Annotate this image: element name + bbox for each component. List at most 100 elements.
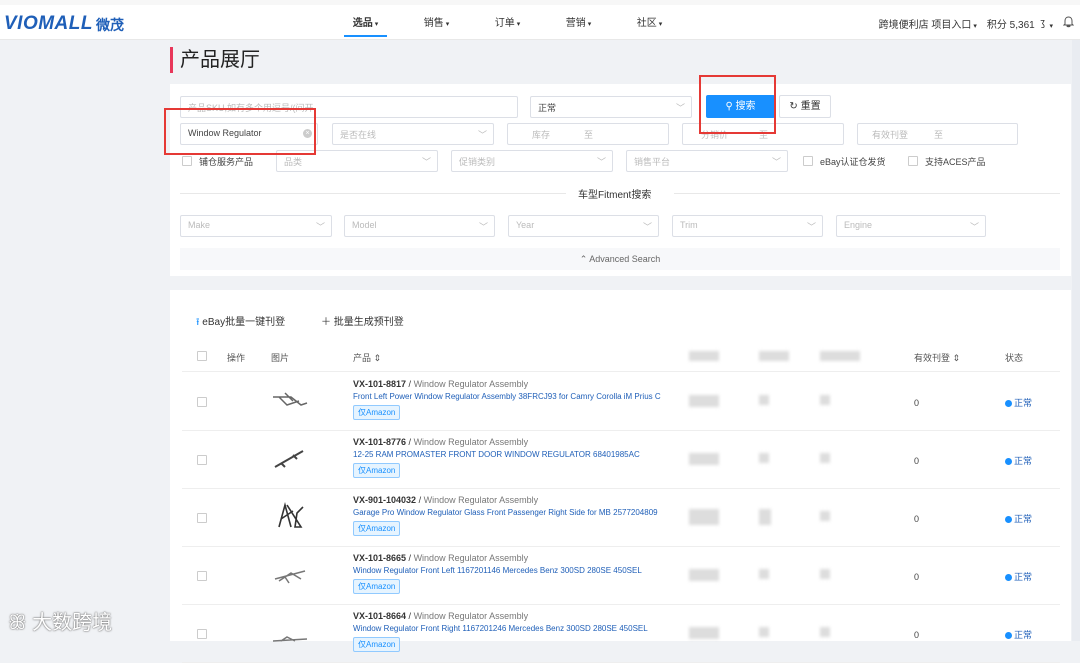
- product-image[interactable]: [271, 443, 309, 473]
- nav-item-community[interactable]: 社区 ▾: [614, 14, 685, 29]
- col-listing[interactable]: 有效刊登 ⇕: [914, 351, 960, 364]
- advanced-search-toggle[interactable]: ⌃ Advanced Search: [180, 248, 1060, 270]
- make-select[interactable]: Make ﹀: [180, 215, 332, 237]
- blurred-header: [820, 351, 860, 361]
- product-image[interactable]: [271, 559, 309, 589]
- blurred-cell: [820, 569, 830, 579]
- top-navbar: VIOMALL 微茂 选品 ▾ 销售 ▾ 订单 ▾ 营销 ▾ 社区 ▾ 跨境便利店 项目入…: [0, 0, 1080, 40]
- divider-line: [180, 193, 566, 194]
- product-image[interactable]: [271, 385, 309, 415]
- chevron-down-icon: ▾: [1049, 23, 1053, 30]
- online-select[interactable]: 是否在线 ﹀: [332, 123, 494, 145]
- logo[interactable]: VIOMALL: [4, 13, 93, 35]
- fitment-divider: 车型Fitment搜索: [180, 186, 1060, 201]
- product-title-link[interactable]: 12-25 RAM PROMASTER FRONT DOOR WINDOW RE…: [353, 450, 661, 459]
- nav-item-marketing[interactable]: 营销 ▾: [543, 14, 614, 29]
- chevron-down-icon: ﹀: [771, 157, 781, 167]
- batch-generate-button[interactable]: ＋ 批量生成预刊登: [321, 313, 404, 328]
- page-title: 产品展厅: [180, 49, 260, 71]
- chevron-down-icon: ﹀: [596, 157, 606, 167]
- chevron-down-icon: ﹀: [478, 222, 488, 232]
- chevron-down-icon: ▾: [587, 21, 592, 28]
- fitment-title: 车型Fitment搜索: [578, 190, 652, 201]
- year-select[interactable]: Year ﹀: [508, 215, 659, 237]
- chevron-down-icon: ▾: [658, 21, 663, 28]
- nav-item-orders[interactable]: 订单 ▾: [472, 14, 543, 29]
- row-checkbox[interactable]: [197, 455, 207, 465]
- table-row[interactable]: VX-101-8665 / Window Regulator Assembly …: [182, 547, 1060, 605]
- aces-checkbox[interactable]: [908, 156, 918, 166]
- sort-icon: ⇕: [373, 353, 382, 363]
- platform-tag: 仅Amazon: [353, 579, 401, 594]
- watermark-logo-icon: ꕥ: [8, 612, 33, 634]
- product-title-link[interactable]: Window Regulator Front Right 1167201246 …: [353, 624, 661, 633]
- row-checkbox[interactable]: [197, 571, 207, 581]
- warehouse-checkbox[interactable]: [182, 156, 192, 166]
- listing-count: 0: [914, 630, 920, 640]
- col-product[interactable]: 产品 ⇕: [353, 351, 381, 364]
- row-checkbox[interactable]: [197, 629, 207, 639]
- chevron-down-icon: ﹀: [806, 222, 816, 232]
- blurred-cell: [759, 627, 769, 637]
- bell-icon[interactable]: [1062, 16, 1075, 31]
- plus-icon: ＋: [321, 317, 334, 328]
- product-title-link[interactable]: Window Regulator Front Left 1167201146 M…: [353, 566, 661, 575]
- chevron-down-icon: ﹀: [421, 157, 431, 167]
- highlight-box: [164, 108, 316, 155]
- status-dot: [1005, 400, 1012, 407]
- blurred-cell: [820, 453, 830, 463]
- store-menu[interactable]: 跨境便利店 项目入口 ▾: [879, 16, 977, 31]
- table-row[interactable]: VX-101-8664 / Window Regulator Assembly …: [182, 605, 1060, 663]
- select-all-checkbox[interactable]: [197, 351, 207, 361]
- blurred-header: [759, 351, 789, 361]
- table-row[interactable]: VX-901-104032 / Window Regulator Assembl…: [182, 489, 1060, 547]
- blurred-cell: [820, 627, 830, 637]
- points-menu[interactable]: 积分 5,361 ㇌ ▾: [987, 16, 1053, 31]
- blurred-cell: [759, 395, 769, 405]
- blurred-cell: [820, 395, 830, 405]
- divider-line: [674, 193, 1060, 194]
- engine-select[interactable]: Engine ﹀: [836, 215, 986, 237]
- highlight-box: [699, 75, 776, 134]
- table-row[interactable]: VX-101-8817 / Window Regulator Assembly …: [182, 373, 1060, 431]
- status-dot: [1005, 458, 1012, 465]
- ebay-batch-button[interactable]: ⭱ eBay批量一键刊登: [196, 313, 285, 332]
- platform-tag: 仅Amazon: [353, 521, 401, 536]
- reset-button[interactable]: ↻ 重置: [779, 95, 831, 118]
- ebay-checkbox[interactable]: [803, 156, 813, 166]
- col-status: 状态: [1005, 353, 1024, 363]
- chevron-up-icon: ⌃: [579, 254, 590, 264]
- status-badge: 正常: [1005, 628, 1032, 641]
- promo-select[interactable]: 促销类别 ﹀: [451, 150, 613, 172]
- product-title-link[interactable]: Front Left Power Window Regulator Assemb…: [353, 392, 661, 401]
- listing-range-input[interactable]: 有效刊登至: [857, 123, 1018, 145]
- blurred-cell: [689, 569, 719, 581]
- blurred-cell: [759, 453, 769, 463]
- platform-select[interactable]: 销售平台 ﹀: [626, 150, 788, 172]
- product-image[interactable]: [271, 501, 309, 531]
- blurred-cell: [689, 395, 719, 407]
- chevron-down-icon: ﹀: [315, 222, 325, 232]
- browser-strip: [0, 0, 1080, 5]
- row-checkbox[interactable]: [197, 513, 207, 523]
- product-title-link[interactable]: Garage Pro Window Regulator Glass Front …: [353, 508, 661, 517]
- platform-tag: 仅Amazon: [353, 637, 401, 652]
- status-dot: [1005, 632, 1012, 639]
- product-table-panel: ⭱ eBay批量一键刊登 ＋ 批量生成预刊登 操作 图片 产品 ⇕ 有效刊登 ⇕…: [170, 290, 1071, 663]
- table-row[interactable]: VX-101-8776 / Window Regulator Assembly …: [182, 431, 1060, 489]
- model-select[interactable]: Model ﹀: [344, 215, 495, 237]
- trim-select[interactable]: Trim ﹀: [672, 215, 823, 237]
- nav-item-sales[interactable]: 销售 ▾: [401, 14, 472, 29]
- chevron-down-icon: ﹀: [477, 130, 487, 140]
- stock-range-input[interactable]: 库存至: [507, 123, 669, 145]
- main-nav: 选品 ▾ 销售 ▾ 订单 ▾ 营销 ▾ 社区 ▾: [330, 14, 685, 37]
- sort-icon: ⇕: [952, 353, 961, 363]
- platform-tag: 仅Amazon: [353, 405, 401, 420]
- chevron-down-icon: ﹀: [969, 222, 979, 232]
- refresh-icon: ↻: [789, 101, 801, 112]
- nav-item-xuanpin[interactable]: 选品 ▾: [330, 14, 401, 37]
- status-select[interactable]: 正常 ﹀: [530, 96, 692, 118]
- blurred-cell: [759, 509, 771, 525]
- row-checkbox[interactable]: [197, 397, 207, 407]
- product-image[interactable]: [271, 617, 309, 647]
